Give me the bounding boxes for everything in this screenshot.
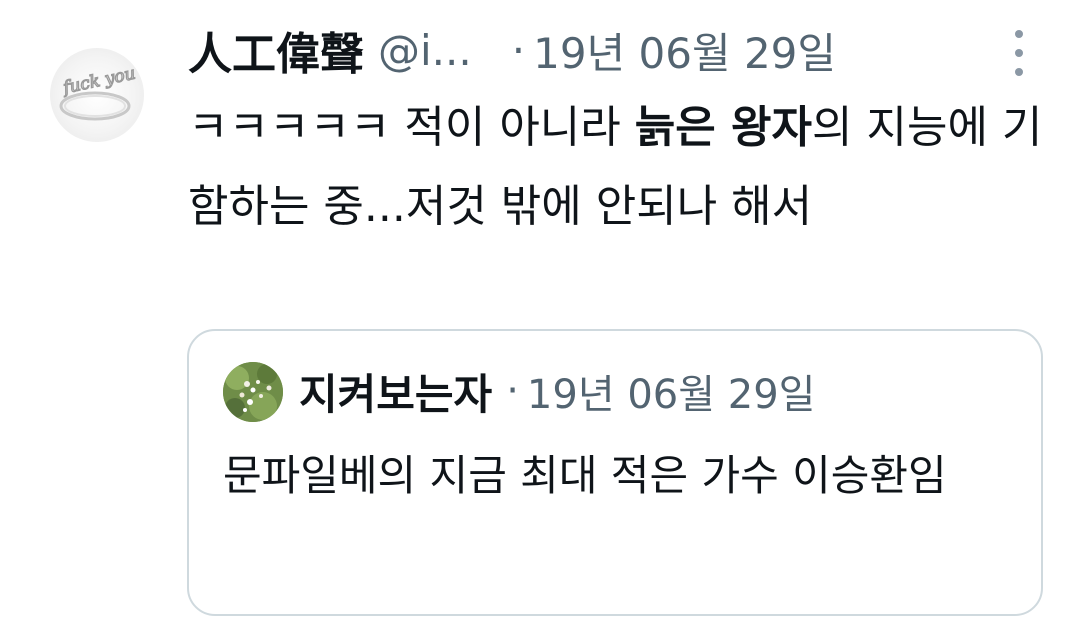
more-dot xyxy=(1015,30,1023,38)
tweet-text-part1: ㅋㅋㅋㅋㅋ 적이 아니라 xyxy=(188,102,635,153)
author-handle[interactable]: @i... xyxy=(378,26,472,75)
quote-separator: · xyxy=(506,368,519,414)
flower-image-icon xyxy=(223,362,283,422)
quote-text: 문파일베의 지금 최대 적은 가수 이승환임 xyxy=(223,451,947,500)
more-dots-icon[interactable] xyxy=(1004,30,1034,76)
quote-author-name[interactable]: 지켜보는자 xyxy=(299,361,492,422)
tweet-text: ㅋㅋㅋㅋㅋ 적이 아니라 늙은 왕자의 지능에 기함하는 중...저것 밖에 안… xyxy=(188,88,1058,246)
more-dot xyxy=(1015,49,1023,57)
quote-header: 지켜보는자 · 19년 06월 29일 xyxy=(299,361,1019,421)
more-dot xyxy=(1015,68,1023,76)
tweet-header: 人工偉聲 @i... · 19년 06월 29일 xyxy=(188,18,1028,82)
tweet-text-bold: 늙은 왕자 xyxy=(634,102,813,153)
ring-image-icon: fuck you xyxy=(59,63,138,121)
quote-author-avatar[interactable] xyxy=(223,362,283,422)
quote-tweet-card[interactable]: 지켜보는자 · 19년 06월 29일 문파일베의 지금 최대 적은 가수 이승… xyxy=(187,329,1043,616)
quote-date[interactable]: 19년 06월 29일 xyxy=(527,362,816,420)
author-display-name[interactable]: 人工偉聲 xyxy=(188,18,364,82)
header-separator: · xyxy=(511,25,526,75)
author-avatar[interactable]: fuck you xyxy=(50,48,144,142)
tweet-date[interactable]: 19년 06월 29일 xyxy=(533,20,836,81)
